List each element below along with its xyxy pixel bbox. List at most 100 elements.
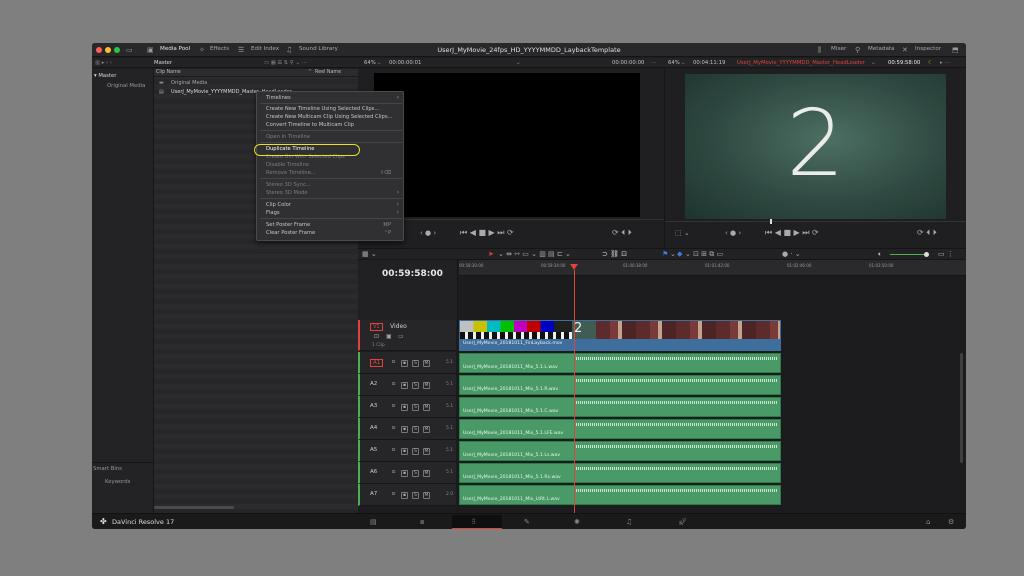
- audio-clip[interactable]: UserJ_MyMovie_20181011_Mix_5.1.R.wav: [459, 375, 781, 395]
- source-match-frame-icons[interactable]: ⟳ ⏴ ⏵: [612, 228, 632, 238]
- volume-slider-knob[interactable]: [924, 252, 929, 257]
- media-page-icon[interactable]: ▤: [370, 518, 377, 526]
- solo-button[interactable]: S: [412, 448, 419, 455]
- menu-item-new-multicam[interactable]: Create New Multicam Clip Using Selected …: [266, 114, 392, 120]
- track-id[interactable]: A1: [370, 359, 384, 367]
- video-track-header[interactable]: V1 Video ⊡ ▣ ▭ 1 Clip: [358, 320, 456, 351]
- program-match-frame-icons[interactable]: ⟳ ⏴ ⏵: [917, 228, 937, 238]
- auto-track-select-icon[interactable]: ▪: [401, 404, 408, 411]
- audio-track-header[interactable]: A3 ⊡ ▪ S M 5.1: [358, 396, 456, 418]
- color-page-icon[interactable]: ✺: [574, 518, 580, 526]
- menu-item-convert-multicam[interactable]: Convert Timeline to Multicam Clip: [266, 122, 354, 128]
- metadata-tab[interactable]: Metadata: [868, 46, 895, 52]
- menu-item-set-poster[interactable]: Set Poster Frame: [266, 222, 310, 228]
- auto-track-select-icon[interactable]: ▪: [401, 360, 408, 367]
- track-lock-icon[interactable]: ⊡: [390, 382, 397, 389]
- track-id[interactable]: A5: [370, 447, 377, 453]
- menu-item-new-timeline-selected[interactable]: Create New Timeline Using Selected Clips…: [266, 106, 379, 112]
- col-reel-name[interactable]: Reel Name: [315, 70, 341, 75]
- inspector-icon[interactable]: ✕: [902, 46, 908, 54]
- track-id-v1[interactable]: V1: [370, 323, 383, 331]
- program-zoom-chevron-icon[interactable]: ⌄: [681, 60, 685, 66]
- track-lock-icon[interactable]: ⊡: [390, 426, 397, 433]
- solo-button[interactable]: S: [412, 470, 419, 477]
- view-mode-icons[interactable]: ▭ ▦ ☰ ⇅ ⚲ ⌄ ⋯: [264, 60, 307, 66]
- snapping-icon[interactable]: ⊃ ⛓ ⊡: [602, 250, 627, 258]
- col-clip-name[interactable]: Clip Name: [156, 70, 181, 75]
- timeline-dropdown-icon[interactable]: ⌄: [871, 60, 875, 66]
- source-jog-icon[interactable]: ‹ ● ›: [420, 229, 436, 237]
- menu-item-clip-color[interactable]: Clip Color: [266, 202, 291, 208]
- bin-master[interactable]: ▾ Master: [94, 73, 116, 79]
- track-id[interactable]: A6: [370, 469, 377, 475]
- home-icon[interactable]: ⌂: [926, 518, 930, 526]
- video-track-name[interactable]: Video: [390, 323, 407, 330]
- audio-track-header[interactable]: A6 ⊡ ▪ S M 5.1: [358, 462, 456, 484]
- volume-slider[interactable]: [890, 254, 928, 255]
- track-id[interactable]: A4: [370, 425, 377, 431]
- track-id[interactable]: A7: [370, 491, 377, 497]
- track-lock-icon[interactable]: ⊡: [390, 404, 397, 411]
- audio-track-header[interactable]: A5 ⊡ ▪ S M 5.1: [358, 440, 456, 462]
- bin-original-media[interactable]: Original Media: [107, 83, 145, 89]
- source-transport-controls[interactable]: ⏮ ◀ ■ ▶ ⏭ ⟳: [460, 228, 514, 238]
- source-options-icon[interactable]: ⋯: [651, 60, 656, 66]
- auto-track-select-icon[interactable]: ▪: [401, 470, 408, 477]
- window-options-icon[interactable]: ⬒: [952, 46, 959, 54]
- bin-list-toggle-icon[interactable]: ▥ ▸ ‹ ›: [95, 60, 112, 66]
- solo-button[interactable]: S: [412, 426, 419, 433]
- mute-button[interactable]: M: [423, 448, 430, 455]
- marker-icon[interactable]: ◆: [677, 250, 682, 258]
- mute-button[interactable]: M: [423, 426, 430, 433]
- source-clip-dropdown-icon[interactable]: ⌄: [516, 60, 520, 66]
- bypass-icon[interactable]: ☾: [928, 60, 933, 66]
- cut-page-icon[interactable]: ⧈: [420, 518, 424, 527]
- program-options-icon[interactable]: ▸ ⋯: [940, 60, 950, 66]
- fairlight-page-icon[interactable]: ♫: [626, 518, 632, 526]
- col-sort-icon[interactable]: ^: [308, 70, 312, 75]
- selection-tool-icon[interactable]: ➤: [488, 250, 494, 258]
- track-lock-icon[interactable]: ⊡: [374, 333, 379, 340]
- menu-item-flags[interactable]: Flags: [266, 210, 280, 216]
- source-zoom-chevron-icon[interactable]: ⌄: [377, 60, 381, 66]
- track-lock-icon[interactable]: ⊡: [390, 492, 397, 499]
- fusion-page-icon[interactable]: ✎: [524, 518, 530, 526]
- program-timeline-name[interactable]: UserJ_MyMovie_YYYYMMDD_Master_HeadLeader: [737, 60, 865, 66]
- zoom-options-icon[interactable]: ● · ⌄: [782, 250, 801, 258]
- horizontal-scrollbar[interactable]: [154, 506, 234, 509]
- list-item[interactable]: ▬ Original Media: [154, 79, 358, 87]
- timeline-vertical-scrollbar[interactable]: [960, 353, 963, 463]
- audio-track-header[interactable]: A4 ⊡ ▪ S M 5.1: [358, 418, 456, 440]
- mute-button[interactable]: M: [423, 360, 430, 367]
- audio-clip[interactable]: UserJ_MyMovie_20181011_Mix_5.1.C.wav: [459, 397, 781, 417]
- mute-button[interactable]: M: [423, 492, 430, 499]
- program-scrubber[interactable]: [665, 221, 966, 222]
- mute-button[interactable]: M: [423, 382, 430, 389]
- audio-track-header[interactable]: A7 ⊡ ▪ S M 2.0: [358, 484, 456, 506]
- menu-item-disable-timeline[interactable]: Disable Timeline: [266, 162, 309, 168]
- program-playhead[interactable]: [770, 219, 772, 224]
- timeline-ruler[interactable]: 00:58:30:00 00:59:34:00 01:00:38:00 01:0…: [459, 260, 966, 276]
- volume-icon[interactable]: 🔈︎: [878, 250, 882, 259]
- track-id[interactable]: A2: [370, 381, 377, 387]
- audio-clip[interactable]: UserJ_MyMovie_20181011_Mix_5.1.Rs.wav: [459, 463, 781, 483]
- program-viewer[interactable]: 2: [685, 74, 946, 219]
- solo-button[interactable]: S: [412, 360, 419, 367]
- inspector-tab[interactable]: Inspector: [915, 46, 941, 52]
- mixer-icon[interactable]: ⫼: [818, 46, 821, 55]
- edit-page-tab[interactable]: ⫶⫶: [452, 515, 502, 529]
- disable-video-track-icon[interactable]: ▭: [398, 333, 404, 340]
- solo-button[interactable]: S: [412, 404, 419, 411]
- mute-button[interactable]: M: [423, 404, 430, 411]
- audio-meters-icon[interactable]: ▭ ⋮: [938, 250, 954, 258]
- program-transport-controls[interactable]: ⏮ ◀ ■ ▶ ⏭ ⟳: [765, 228, 819, 238]
- video-clip[interactable]: 2 UserJ_MyMovie_20181011_FinLayback.mov: [459, 320, 781, 351]
- metadata-icon[interactable]: ⚲: [855, 46, 860, 54]
- flag-icon[interactable]: ⚑: [662, 250, 668, 258]
- auto-track-select-icon[interactable]: ▪: [401, 382, 408, 389]
- timeline-view-options-icon[interactable]: ▦ ⌄: [362, 250, 377, 258]
- auto-track-select-icon[interactable]: ▪: [401, 426, 408, 433]
- program-jog-icon[interactable]: ‹ ● ›: [725, 229, 741, 237]
- track-lock-icon[interactable]: ⊡: [390, 360, 397, 367]
- audio-track-header[interactable]: A2 ⊡ ▪ S M 5.1: [358, 374, 456, 396]
